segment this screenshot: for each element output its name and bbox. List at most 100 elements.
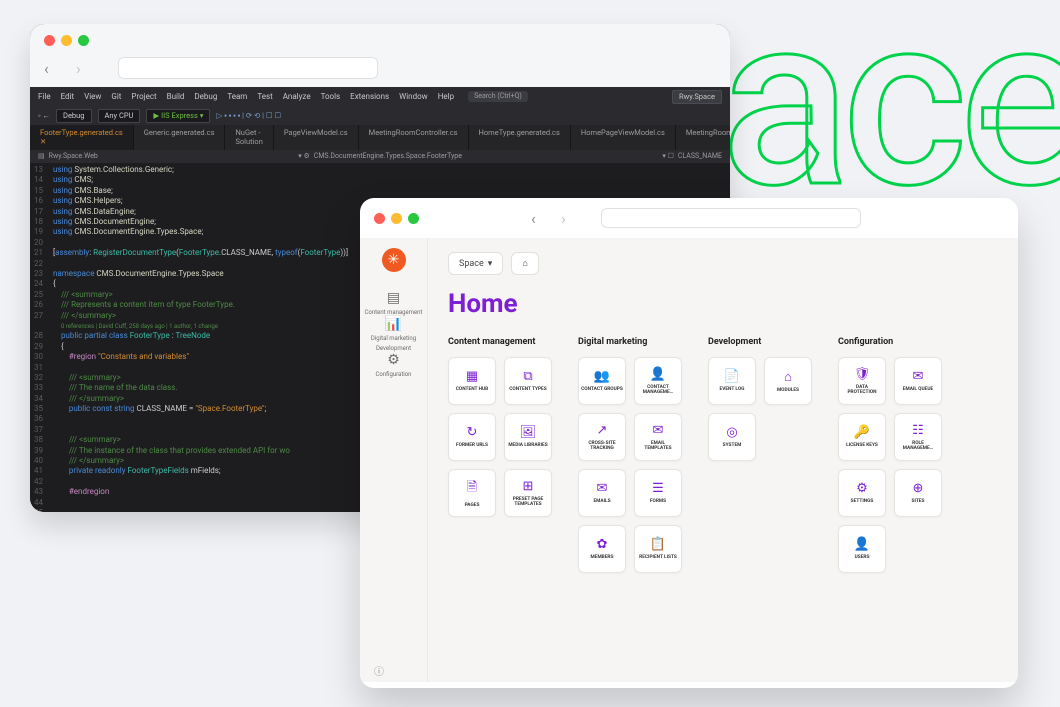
vs-menu-analyze[interactable]: Analyze (283, 92, 311, 102)
code-line[interactable]: 0 references | David Cuff, 258 days ago … (53, 321, 348, 331)
tile-media-libraries[interactable]: 🖼MEDIA LIBRARIES (504, 413, 552, 461)
maximize-icon[interactable] (78, 35, 89, 46)
history-back-icon[interactable]: ◦ ← (38, 111, 50, 121)
breadcrumb-left[interactable]: ▤ Rwy.Space.Web (38, 152, 98, 161)
forward-icon[interactable]: › (561, 209, 579, 228)
code-line[interactable]: [assembly: RegisterDocumentType(FooterTy… (53, 248, 348, 258)
vs-solution-selector[interactable]: Rwy.Space (672, 90, 722, 104)
code-line[interactable]: using CMS; (53, 175, 348, 185)
tile-email-queue[interactable]: ✉EMAIL QUEUE (894, 357, 942, 405)
minimize-icon[interactable] (391, 213, 402, 224)
code-line[interactable] (53, 498, 348, 508)
code-line[interactable]: using CMS.DocumentEngine.Types.Space; (53, 227, 348, 237)
sidebar-item-digital-marketing[interactable]: 📊Digital marketing (365, 316, 423, 342)
tile-content-hub[interactable]: ▦CONTENT HUB (448, 357, 496, 405)
code-line[interactable]: /// </summary> (53, 394, 348, 404)
vs-menu-project[interactable]: Project (131, 92, 156, 102)
sidebar-item-development[interactable]: Development (365, 342, 423, 352)
code-line[interactable]: using CMS.DocumentEngine; (53, 217, 348, 227)
vs-tab[interactable]: HomePageViewModel.cs (571, 125, 676, 151)
code-line[interactable]: private readonly FooterTypeFields mField… (53, 466, 348, 476)
tile-email-templates[interactable]: ✉EMAIL TEMPLATES (634, 413, 682, 461)
tile-system[interactable]: ◎SYSTEM (708, 413, 756, 461)
forward-icon[interactable]: › (76, 59, 98, 78)
vs-menu-git[interactable]: Git (111, 92, 121, 102)
vs-menu-view[interactable]: View (84, 92, 101, 102)
close-icon[interactable] (44, 35, 55, 46)
code-line[interactable]: #endregion (53, 487, 348, 497)
vs-tab[interactable]: HomeType.generated.cs (469, 125, 571, 151)
config-dropdown[interactable]: Debug (56, 109, 91, 123)
code-line[interactable]: /// <summary> (53, 435, 348, 445)
tile-members[interactable]: ✿MEMBERS (578, 525, 626, 573)
tile-cross-site-tracking[interactable]: ↗CROSS-SITE TRACKING (578, 413, 626, 461)
back-icon[interactable]: ‹ (531, 209, 549, 228)
code-line[interactable] (53, 363, 348, 373)
vs-tab[interactable]: Generic.generated.cs (134, 125, 226, 151)
vs-menu-edit[interactable]: Edit (61, 92, 75, 102)
vs-menu-test[interactable]: Test (257, 92, 272, 102)
code-line[interactable]: { (53, 342, 348, 352)
tile-license-keys[interactable]: 🔑LICENSE KEYS (838, 413, 886, 461)
breadcrumb-right[interactable]: ▾ ☐ CLASS_NAME (662, 152, 722, 161)
address-bar[interactable] (601, 208, 861, 228)
tile-contact-groups[interactable]: 👥CONTACT GROUPS (578, 357, 626, 405)
code-line[interactable]: using CMS.Base; (53, 186, 348, 196)
tile-pages[interactable]: 🗎PAGES (448, 469, 496, 517)
tile-data-protection[interactable]: 🛡DATA PROTECTION (838, 357, 886, 405)
maximize-icon[interactable] (408, 213, 419, 224)
code-line[interactable]: /// The instance of the class that provi… (53, 446, 348, 456)
vs-menu-window[interactable]: Window (399, 92, 428, 102)
vs-menu-tools[interactable]: Tools (321, 92, 341, 102)
minimize-icon[interactable] (61, 35, 72, 46)
vs-tab[interactable]: MeetingRoomRepository.cs (676, 125, 730, 151)
tile-role-manageme-[interactable]: ☷ROLE MANAGEME… (894, 413, 942, 461)
sidebar-item-configuration[interactable]: ⚙Configuration (365, 352, 423, 378)
code-line[interactable]: #region "Constants and variables" (53, 352, 348, 362)
tile-emails[interactable]: ✉EMAILS (578, 469, 626, 517)
vs-menu-debug[interactable]: Debug (194, 92, 217, 102)
vs-tab[interactable]: MeetingRoomController.cs (359, 125, 469, 151)
home-button[interactable]: ⌂ (511, 252, 538, 275)
vs-tab[interactable]: PageViewModel.cs (274, 125, 359, 151)
code-line[interactable]: /// <summary> (53, 373, 348, 383)
code-line[interactable]: /// The name of the data class. (53, 383, 348, 393)
code-line[interactable]: using System.Collections.Generic; (53, 165, 348, 175)
code-line[interactable]: /// </summary> (53, 456, 348, 466)
vs-menu-help[interactable]: Help (438, 92, 454, 102)
tile-former-urls[interactable]: ↻FORMER URLS (448, 413, 496, 461)
code-line[interactable] (53, 259, 348, 269)
vs-menu-file[interactable]: File (38, 92, 51, 102)
tile-sites[interactable]: ⊕SITES (894, 469, 942, 517)
vs-menu-extensions[interactable]: Extensions (350, 92, 389, 102)
code-line[interactable] (53, 508, 348, 512)
code-line[interactable]: public const string CLASS_NAME = "Space.… (53, 404, 348, 414)
back-icon[interactable]: ‹ (44, 59, 66, 78)
code-line[interactable] (53, 238, 348, 248)
tile-content-types[interactable]: ⧉CONTENT TYPES (504, 357, 552, 405)
code-line[interactable]: /// Represents a content item of type Fo… (53, 300, 348, 310)
kentico-logo-icon[interactable]: ✳ (382, 248, 406, 272)
tile-preset-page-templates[interactable]: ⊞PRESET PAGE TEMPLATES (504, 469, 552, 517)
run-button[interactable]: ▶ IIS Express ▾ (146, 109, 210, 123)
tile-event-log[interactable]: 📄EVENT LOG (708, 357, 756, 405)
tile-modules[interactable]: ⌂MODULES (764, 357, 812, 405)
code-line[interactable]: public partial class FooterType : TreeNo… (53, 331, 348, 341)
close-icon[interactable] (374, 213, 385, 224)
code-line[interactable]: /// <summary> (53, 290, 348, 300)
cpu-dropdown[interactable]: Any CPU (98, 109, 141, 123)
code-line[interactable]: using CMS.DataEngine; (53, 207, 348, 217)
tile-users[interactable]: 👤USERS (838, 525, 886, 573)
code-line[interactable] (53, 414, 348, 424)
tile-settings[interactable]: ⚙SETTINGS (838, 469, 886, 517)
code-line[interactable] (53, 477, 348, 487)
address-bar[interactable] (118, 57, 378, 79)
vs-tab[interactable]: NuGet - Solution (225, 125, 273, 151)
breadcrumb-center[interactable]: ▾ ⚙ CMS.DocumentEngine.Types.Space.Foote… (298, 152, 462, 161)
vs-menu-team[interactable]: Team (227, 92, 247, 102)
code-line[interactable]: /// </summary> (53, 311, 348, 321)
vs-tab[interactable]: FooterType.generated.cs ✕ (30, 125, 134, 151)
info-icon[interactable]: ⓘ (374, 663, 384, 678)
vs-menu-build[interactable]: Build (167, 92, 185, 102)
code-line[interactable] (53, 425, 348, 435)
